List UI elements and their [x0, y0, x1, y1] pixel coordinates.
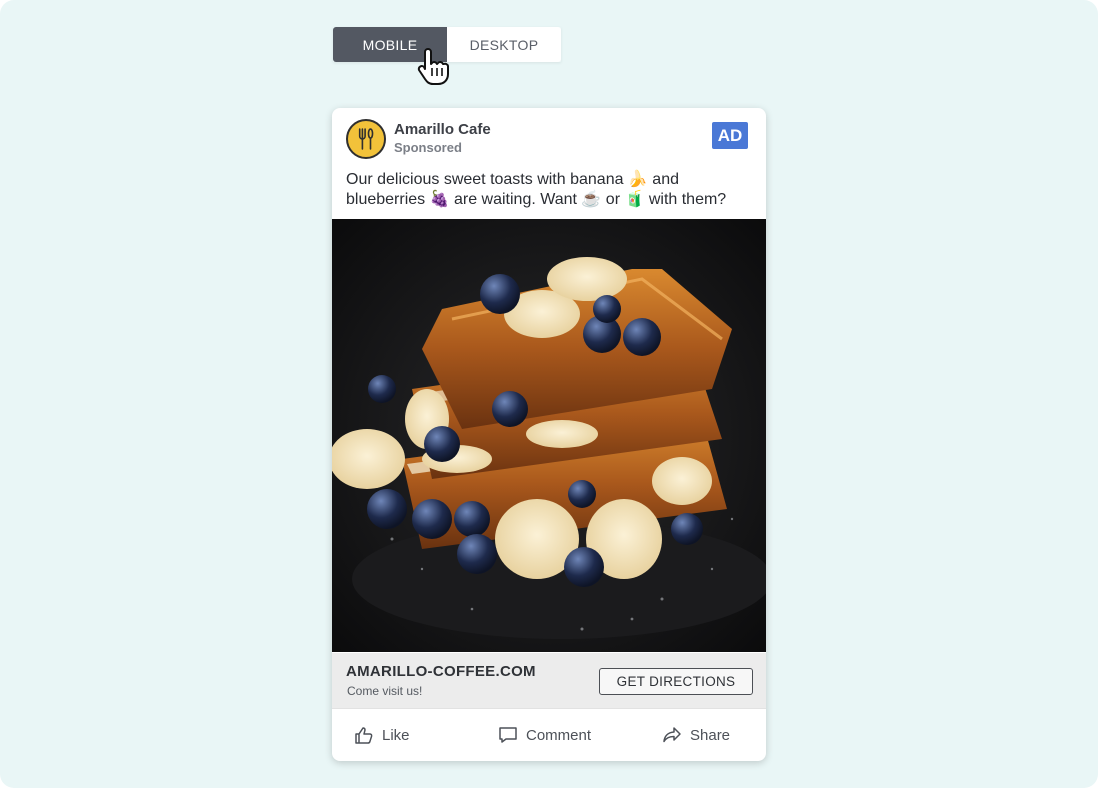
page-name[interactable]: Amarillo Cafe — [394, 121, 491, 138]
reaction-bar: Like Comment Share — [332, 708, 766, 761]
get-directions-button[interactable]: GET DIRECTIONS — [599, 668, 753, 695]
share-icon — [663, 727, 681, 743]
cta-subtext: Come visit us! — [347, 684, 423, 698]
share-label: Share — [690, 726, 731, 744]
comment-button[interactable]: Comment — [498, 709, 591, 761]
comment-icon — [499, 727, 517, 743]
cta-bar: AMARILLO-COFFEE.COM Come visit us! GET D… — [332, 653, 766, 708]
comment-label: Comment — [526, 726, 592, 744]
thumbs-up-icon — [355, 727, 373, 744]
caption-line-1: Our delicious sweet toasts with banana 🍌… — [346, 171, 679, 188]
sponsored-label: Sponsored — [394, 140, 462, 155]
like-label: Like — [382, 726, 410, 744]
caption-line-2: blueberries 🍇 are waiting. Want ☕ or 🧃 w… — [346, 191, 727, 208]
page-background: MOBILE DESKTOP Amarillo Cafe Sponsored A… — [0, 0, 1098, 788]
cafe-logo-icon — [346, 119, 386, 159]
hand-cursor-icon — [417, 48, 449, 85]
desktop-tab[interactable]: DESKTOP — [447, 27, 561, 62]
french-toast-photo[interactable] — [332, 219, 766, 652]
share-button[interactable]: Share — [662, 709, 730, 761]
website-domain[interactable]: AMARILLO-COFFEE.COM — [346, 663, 536, 680]
ad-caption: Our delicious sweet toasts with banana 🍌… — [346, 170, 756, 210]
like-button[interactable]: Like — [354, 709, 410, 761]
mobile-ad-preview: Amarillo Cafe Sponsored AD Our delicious… — [332, 108, 766, 761]
ad-badge: AD — [712, 122, 748, 149]
